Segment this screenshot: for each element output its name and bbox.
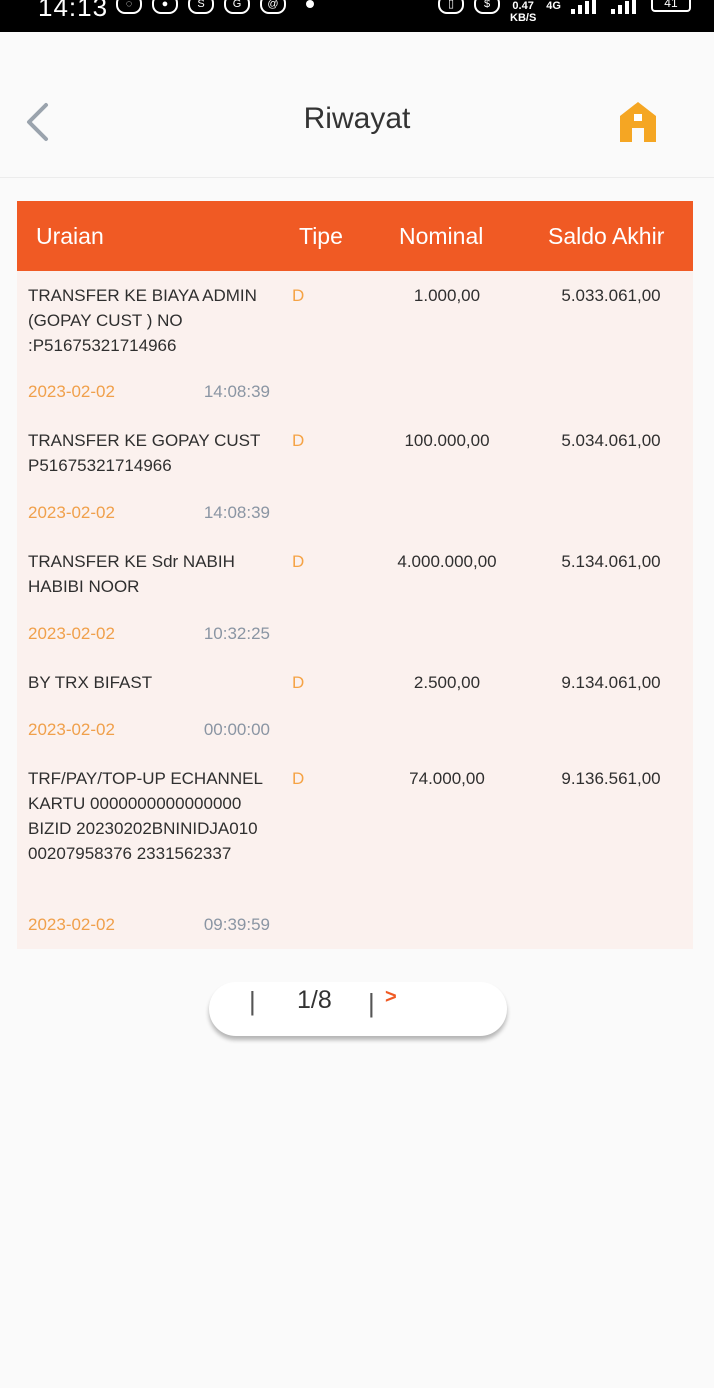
speed-value: 0.47: [512, 0, 534, 12]
row-description: TRANSFER KE GOPAY CUST P51675321714966: [28, 431, 261, 475]
row-nominal: 100.000,00: [404, 431, 490, 450]
table-row[interactable]: TRANSFER KE BIAYA ADMIN (GOPAY CUST ) NO…: [17, 271, 693, 416]
speed-unit: KB/S: [510, 12, 537, 24]
shopee-icon: S: [188, 0, 214, 14]
column-header-saldo-akhir: Saldo Akhir: [548, 223, 665, 249]
s-icon: $: [474, 0, 500, 14]
table-row[interactable]: TRF/PAY/TOP-UP ECHANNEL KARTU 0000000000…: [17, 754, 693, 949]
row-description: TRANSFER KE Sdr NABIH HABIBI NOOR: [28, 552, 235, 596]
table-row[interactable]: TRANSFER KE Sdr NABIH HABIBI NOOR D 4.00…: [17, 537, 693, 658]
threads-icon: @: [260, 0, 286, 14]
row-balance: 5.033.061,00: [561, 286, 661, 305]
row-balance: 5.134.061,00: [561, 552, 661, 571]
row-balance: 9.136.561,00: [561, 769, 661, 788]
page-title: Riwayat: [303, 102, 411, 135]
system-icons: ▯ $ 0.47 KB/S 4G 41: [438, 0, 691, 24]
row-type: D: [292, 673, 305, 692]
notification-icons: ◌ ● S G @: [116, 0, 286, 14]
status-bar: 14:13 ◌ ● S G @ ▯ $ 0.47 KB/S 4G 41: [0, 0, 714, 32]
google-icon: G: [224, 0, 250, 14]
row-type: D: [292, 286, 305, 305]
row-date: 2023-02-02: [28, 624, 115, 643]
row-description: TRF/PAY/TOP-UP ECHANNEL KARTU 0000000000…: [28, 769, 263, 863]
network-speed: 0.47 KB/S: [510, 0, 536, 24]
row-nominal: 74.000,00: [409, 769, 485, 788]
row-nominal: 2.500,00: [413, 673, 481, 692]
more-notifications-icon: [306, 0, 314, 8]
row-date: 2023-02-02: [28, 382, 115, 401]
row-date: 2023-02-02: [28, 915, 115, 934]
row-time: 14:08:39: [203, 503, 270, 522]
row-type: D: [292, 552, 305, 571]
chat-icon: ●: [152, 0, 178, 14]
battery-icon: 41: [650, 0, 691, 12]
row-time: 14:08:39: [203, 382, 270, 401]
row-date: 2023-02-02: [28, 503, 115, 522]
network-type: 4G: [546, 0, 561, 12]
row-date: 2023-02-02: [28, 720, 115, 739]
row-balance: 5.034.061,00: [561, 431, 661, 450]
row-description: BY TRX BIFAST: [28, 673, 153, 692]
row-type: D: [292, 769, 305, 788]
row-balance: 9.134.061,00: [561, 673, 661, 692]
signal-icon-2: [610, 0, 641, 14]
row-time: 09:39:59: [203, 915, 270, 934]
page-indicator: 1/8: [297, 986, 332, 1014]
history-table: Uraian Tipe Nominal Saldo Akhir TRANSFER…: [17, 201, 693, 949]
signal-icon: [570, 0, 601, 14]
vibrate-icon: ▯: [438, 0, 464, 14]
table-header: Uraian Tipe Nominal Saldo Akhir: [17, 201, 693, 271]
column-header-nominal: Nominal: [399, 223, 484, 249]
row-type: D: [292, 431, 305, 450]
status-time: 14:13: [38, 0, 109, 22]
row-description: TRANSFER KE BIAYA ADMIN (GOPAY CUST ) NO…: [28, 286, 257, 355]
row-nominal: 4.000.000,00: [397, 552, 497, 571]
table-row[interactable]: BY TRX BIFAST D 2.500,00 9.134.061,00 20…: [17, 658, 693, 754]
row-time: 00:00:00: [203, 720, 270, 739]
pagination-separator: |: [249, 986, 256, 1016]
row-time: 10:32:25: [203, 624, 270, 643]
table-row[interactable]: TRANSFER KE GOPAY CUST P51675321714966 D…: [17, 416, 693, 537]
row-nominal: 1.000,00: [413, 286, 481, 305]
next-page-button[interactable]: >: [385, 986, 397, 1009]
whatsapp-icon: ◌: [116, 0, 142, 14]
pagination: | 1/8 | >: [209, 982, 507, 1036]
home-icon[interactable]: [618, 100, 658, 144]
pagination-separator: |: [368, 988, 375, 1018]
column-header-uraian: Uraian: [36, 223, 104, 249]
column-header-tipe: Tipe: [299, 223, 343, 249]
app-header: Riwayat: [0, 32, 714, 178]
